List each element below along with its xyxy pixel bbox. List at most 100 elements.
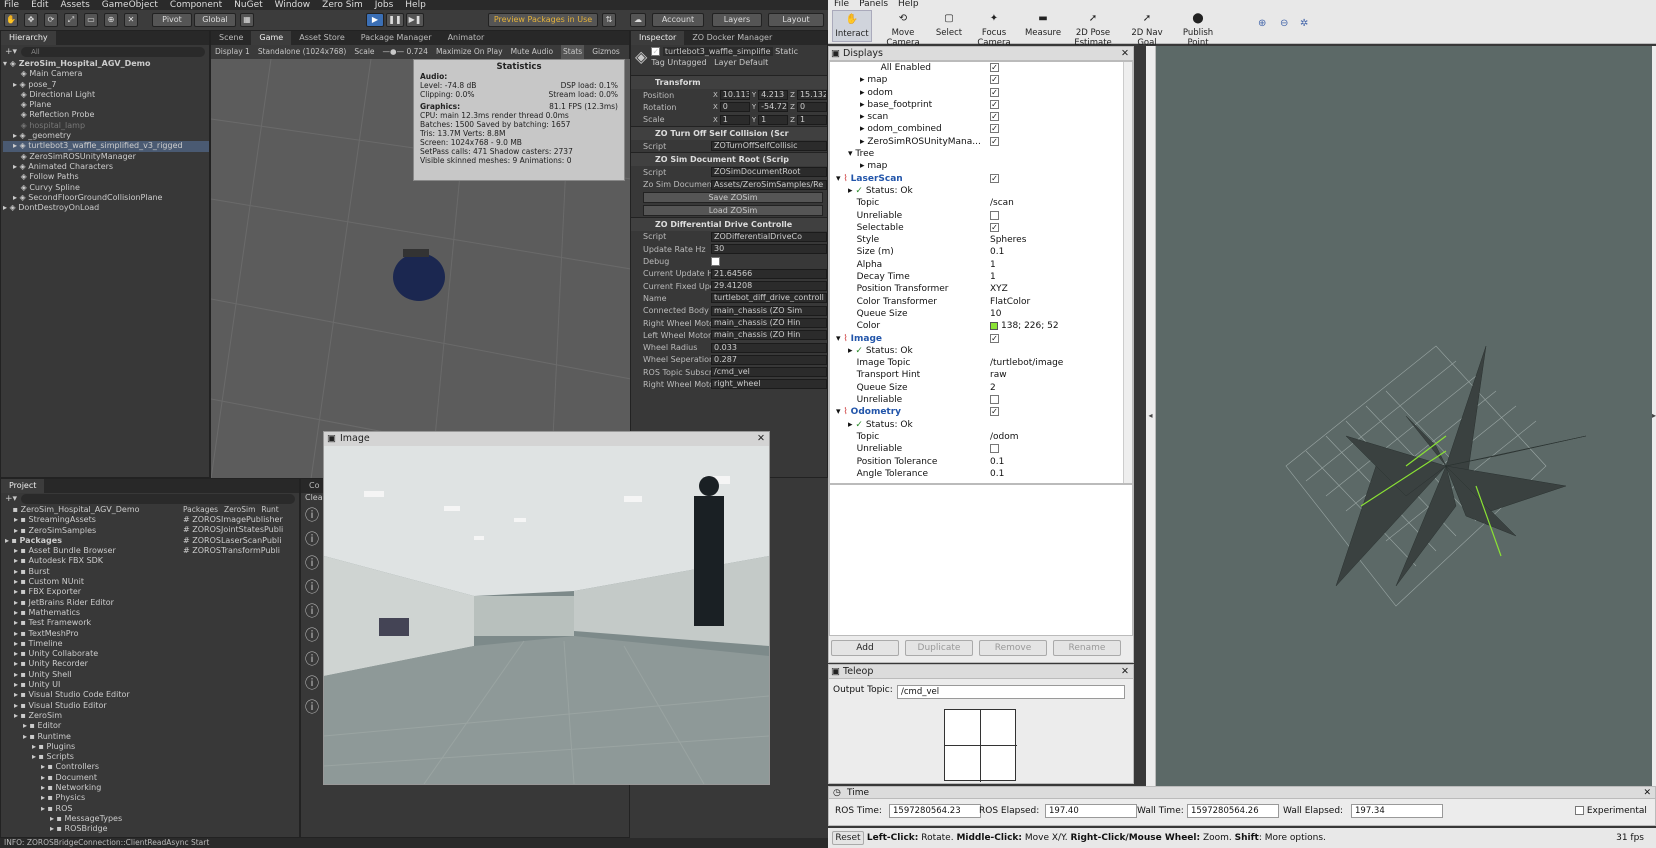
hierarchy-item[interactable]: ◈ Reflection Probe xyxy=(3,110,209,120)
rotation-y-field[interactable]: -54.72 xyxy=(758,102,789,113)
reset-button[interactable]: Reset xyxy=(832,831,864,845)
display-checkbox[interactable]: ✓ xyxy=(990,333,999,343)
display-checkbox[interactable]: ✓ xyxy=(990,87,999,97)
project-folder[interactable]: ▸ ▪ Document xyxy=(5,773,183,783)
project-folder[interactable]: ▸ ▪ ZeroSimSamples xyxy=(5,526,183,536)
display-value-cell[interactable] xyxy=(990,419,1132,431)
document-file-field[interactable]: Assets/ZeroSimSamples/Re xyxy=(711,179,827,190)
display-value-cell[interactable]: ✓ xyxy=(990,406,1132,418)
position-y-field[interactable]: 4.213 xyxy=(758,90,789,101)
project-folder[interactable]: ▸ ▪ Burst xyxy=(5,567,183,577)
tool-2d-nav-goal[interactable]: ➚ 2D Nav Goal xyxy=(1124,10,1170,48)
project-folder[interactable]: ▸ ▪ Networking xyxy=(5,783,183,793)
project-folder[interactable]: ▸ ▪ JetBrains Rider Editor xyxy=(5,598,183,608)
display-row[interactable]: Style Spheres xyxy=(830,234,1132,246)
display-value-cell[interactable] xyxy=(990,148,1132,160)
display-row[interactable]: Color 138; 226; 52 xyxy=(830,320,1132,332)
display-value-cell[interactable]: raw xyxy=(990,369,1132,381)
display-row[interactable]: Queue Size 10 xyxy=(830,308,1132,320)
menu-item[interactable]: GameObject xyxy=(102,0,158,10)
display-checkbox[interactable] xyxy=(990,444,999,454)
display-value-cell[interactable]: ✓ xyxy=(990,74,1132,86)
hierarchy-search-input[interactable]: All xyxy=(21,47,205,57)
remove-button[interactable]: Remove xyxy=(979,640,1047,656)
project-search-input[interactable] xyxy=(21,494,295,504)
step-button[interactable]: ▶❚ xyxy=(406,13,424,27)
tab-view[interactable]: Game xyxy=(251,31,292,45)
project-folder[interactable]: ▸ ▪ Unity UI xyxy=(5,680,183,690)
property-field[interactable]: /cmd_vel xyxy=(711,367,827,378)
display-value-cell[interactable]: Spheres xyxy=(990,234,1132,246)
project-folder[interactable]: ▸ ▪ Asset Bundle Browser xyxy=(5,546,183,556)
property-field[interactable]: main_chassis (ZO Hin xyxy=(711,330,827,341)
close-icon[interactable]: ✕ xyxy=(1121,47,1129,61)
display-row[interactable]: Angle Tolerance 0.1 xyxy=(830,468,1132,480)
rotate-tool-icon[interactable]: ⟳ xyxy=(44,13,58,27)
display-value-cell[interactable]: ✓ xyxy=(990,123,1132,135)
display-row[interactable]: ▸ ✓ Status: Ok xyxy=(830,345,1132,357)
display-row[interactable]: ▾ ⌇ Image ✓ xyxy=(830,333,1132,345)
tag-select[interactable]: Untagged xyxy=(667,58,706,67)
static-toggle[interactable]: Static xyxy=(775,47,798,56)
stats-toggle[interactable]: Stats xyxy=(561,45,585,59)
property-field[interactable]: turtlebot_diff_drive_controll xyxy=(711,293,827,304)
display-row[interactable]: Position Tolerance 0.1 xyxy=(830,456,1132,468)
property-field[interactable]: 21.64566 xyxy=(711,268,827,279)
display-row[interactable]: ▸ base_footprint ✓ xyxy=(830,99,1132,111)
project-folder[interactable]: ▸ ▪ Unity Shell xyxy=(5,670,183,680)
project-folder[interactable]: ▸ ▪ Unity Collaborate xyxy=(5,649,183,659)
image-window-titlebar[interactable]: ▣ Image ✕ xyxy=(324,432,769,446)
scale-tool-icon[interactable]: ⤢ xyxy=(64,13,78,27)
display-checkbox[interactable]: ✓ xyxy=(990,63,999,72)
save-zosim-button[interactable]: Save ZOSim xyxy=(643,191,823,203)
object-name-field[interactable]: turtlebot3_waffle_simplifie xyxy=(662,47,773,56)
display-row[interactable]: ▾ ⌇ LaserScan ✓ xyxy=(830,173,1132,185)
display-checkbox[interactable]: ✓ xyxy=(990,407,999,417)
display-value-cell[interactable]: 138; 226; 52 xyxy=(990,320,1132,332)
display-row[interactable]: All Enabled ✓ xyxy=(830,62,1132,74)
scale-slider[interactable]: —●— 0.724 xyxy=(383,45,428,59)
project-folder[interactable]: ▸ ▪ Test Framework xyxy=(5,618,183,628)
display-row[interactable]: Unreliable xyxy=(830,210,1132,222)
move-tool-icon[interactable]: ✥ xyxy=(24,13,38,27)
dont-destroy-on-load[interactable]: ▸ ◈ DontDestroyOnLoad xyxy=(3,203,209,213)
pivot-button[interactable]: Pivot xyxy=(152,13,192,27)
display-row[interactable]: ▸ ✓ Status: Ok xyxy=(830,419,1132,431)
global-button[interactable]: Global xyxy=(194,13,236,27)
color-swatch[interactable] xyxy=(990,321,998,330)
project-folder[interactable]: ▸ ▪ Controllers xyxy=(5,762,183,772)
display-checkbox[interactable]: ✓ xyxy=(990,124,999,134)
tab-view[interactable]: Animator xyxy=(440,31,493,45)
hierarchy-item[interactable]: ◈ ZeroSimROSUnityManager xyxy=(3,152,209,162)
display-row[interactable]: Image Topic/turtlebot/image xyxy=(830,357,1132,369)
display-checkbox[interactable] xyxy=(990,395,999,405)
menu-item[interactable]: NuGet xyxy=(234,0,262,10)
display-value-cell[interactable]: ✓ xyxy=(990,62,1132,74)
layer-select[interactable]: Default xyxy=(739,58,768,67)
property-field[interactable]: 0.287 xyxy=(711,354,827,365)
display-checkbox[interactable]: ✓ xyxy=(990,112,999,122)
project-root[interactable]: ▪ ZeroSim_Hospital_AGV_Demo xyxy=(5,505,183,515)
scale-y-field[interactable]: 1 xyxy=(758,114,789,125)
rotation-z-field[interactable]: 0 xyxy=(796,102,828,113)
display-value-cell[interactable]: ✓ xyxy=(990,222,1132,234)
tool-focus-camera[interactable]: ✦ Focus Camera xyxy=(966,10,1022,48)
displays-scrollbar[interactable] xyxy=(1123,62,1132,483)
layers-dropdown[interactable]: Layers xyxy=(712,13,762,27)
script-file[interactable]: # ZOROSImagePublisher xyxy=(183,515,299,525)
display-value-cell[interactable] xyxy=(990,160,1132,172)
property-field[interactable]: 29.41208 xyxy=(711,281,827,292)
menu-item[interactable]: File xyxy=(4,0,19,10)
hierarchy-item[interactable]: ▸ ◈ _geometry xyxy=(3,131,209,141)
display-checkbox[interactable]: ✓ xyxy=(990,173,999,183)
property-field[interactable]: main_chassis (ZO Sim xyxy=(711,305,827,316)
project-folder[interactable]: ▸ ▪ Runtime xyxy=(5,732,183,742)
zoom-out-icon[interactable]: ⊖ xyxy=(1280,18,1288,29)
position-z-field[interactable]: 15.132 xyxy=(796,90,828,101)
project-folder[interactable]: ▸ ▪ Editor xyxy=(5,721,183,731)
property-field[interactable]: 30 xyxy=(711,244,827,255)
rviz-menu-item[interactable]: Panels xyxy=(859,0,888,9)
sim-document-root-header[interactable]: ZO Sim Document Root (Scrip xyxy=(631,152,827,167)
display-row[interactable]: Unreliable xyxy=(830,394,1132,406)
project-folder[interactable]: ▸ ▪ ZeroSim xyxy=(5,711,183,721)
